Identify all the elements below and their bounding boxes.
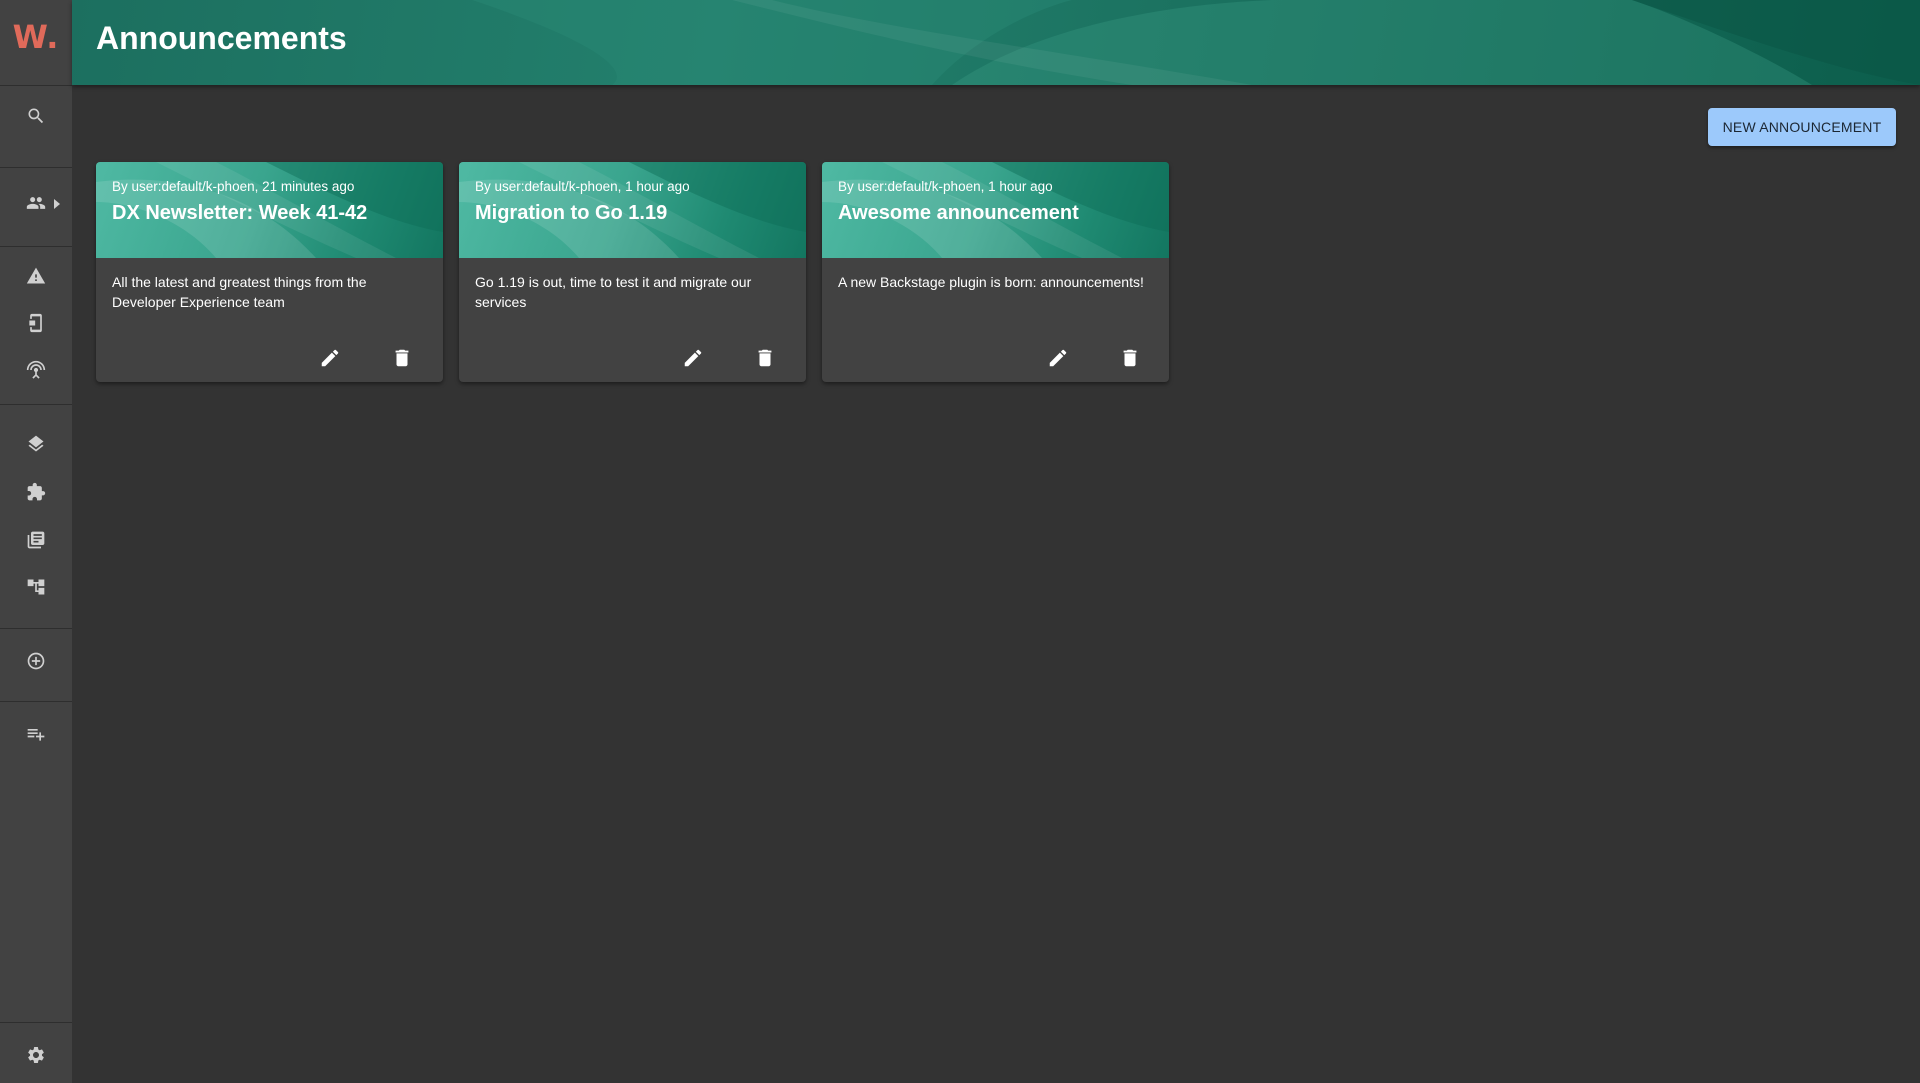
add-circle-icon <box>27 652 45 670</box>
sidebar-divider <box>0 701 72 702</box>
card-meta: By user:default/k-phoen, 1 hour ago <box>838 179 1053 194</box>
search-icon <box>28 108 44 124</box>
card-title[interactable]: Awesome announcement <box>838 202 1079 225</box>
sidebar-item-playlist[interactable] <box>0 714 72 754</box>
pencil-icon <box>1049 349 1067 367</box>
sidebar: W. <box>0 0 72 1083</box>
library-icon <box>27 531 45 549</box>
sidebar-divider <box>0 246 72 247</box>
trash-icon <box>395 349 409 367</box>
sidebar-divider <box>0 167 72 168</box>
sidebar-divider <box>0 404 72 405</box>
page-header: Announcements <box>72 0 1920 85</box>
delete-button[interactable] <box>747 340 783 376</box>
new-announcement-button[interactable]: NEW ANNOUNCEMENT <box>1708 108 1896 146</box>
card-meta: By user:default/k-phoen, 21 minutes ago <box>112 179 355 194</box>
announcement-card[interactable]: By user:default/k-phoen, 1 hour ago Awes… <box>822 162 1169 382</box>
playlist-add-icon <box>27 729 45 741</box>
expand-caret-icon[interactable] <box>54 199 60 209</box>
broadcast-icon <box>26 360 46 379</box>
sidebar-item-create[interactable] <box>0 641 72 681</box>
sidebar-item-plugins[interactable] <box>0 472 72 512</box>
layers-icon <box>28 435 44 452</box>
delete-button[interactable] <box>1112 340 1148 376</box>
card-excerpt: All the latest and greatest things from … <box>112 274 367 310</box>
card-excerpt: Go 1.19 is out, time to test it and migr… <box>475 274 752 310</box>
edit-button[interactable] <box>312 340 348 376</box>
sidebar-divider <box>0 628 72 629</box>
sidebar-item-tree[interactable] <box>0 567 72 607</box>
pencil-icon <box>684 349 702 367</box>
delete-button[interactable] <box>384 340 420 376</box>
warning-icon <box>26 267 46 284</box>
sidebar-divider <box>0 1022 72 1023</box>
sidebar-item-broadcast[interactable] <box>0 350 72 390</box>
card-header: By user:default/k-phoen, 1 hour ago Migr… <box>459 162 806 258</box>
sidebar-item-search[interactable] <box>0 96 72 136</box>
pencil-icon <box>321 349 339 367</box>
sidebar-item-layers[interactable] <box>0 424 72 464</box>
edit-button[interactable] <box>675 340 711 376</box>
gear-icon <box>28 1047 44 1063</box>
sidebar-item-groups[interactable] <box>0 183 72 223</box>
sidebar-item-docs[interactable] <box>0 520 72 560</box>
card-meta: By user:default/k-phoen, 1 hour ago <box>475 179 690 194</box>
logo[interactable]: W. <box>0 18 72 56</box>
card-title[interactable]: Migration to Go 1.19 <box>475 202 667 225</box>
card-header: By user:default/k-phoen, 1 hour ago Awes… <box>822 162 1169 258</box>
sidebar-item-settings[interactable] <box>0 1035 72 1075</box>
announcement-card[interactable]: By user:default/k-phoen, 1 hour ago Migr… <box>459 162 806 382</box>
header-wave-decoration <box>472 0 1920 85</box>
trash-icon <box>1123 349 1137 367</box>
puzzle-icon <box>27 482 46 501</box>
sidebar-item-devices[interactable] <box>0 303 72 343</box>
sidebar-divider <box>0 85 72 86</box>
edit-button[interactable] <box>1040 340 1076 376</box>
page-title: Announcements <box>96 20 347 56</box>
trash-icon <box>758 349 772 367</box>
device-icon <box>29 313 42 333</box>
tree-icon <box>27 579 45 595</box>
card-title[interactable]: DX Newsletter: Week 41-42 <box>112 202 367 225</box>
people-icon <box>26 197 46 209</box>
card-header: By user:default/k-phoen, 21 minutes ago … <box>96 162 443 258</box>
sidebar-item-alerts[interactable] <box>0 256 72 296</box>
announcement-card[interactable]: By user:default/k-phoen, 21 minutes ago … <box>96 162 443 382</box>
card-excerpt: A new Backstage plugin is born: announce… <box>838 274 1144 290</box>
